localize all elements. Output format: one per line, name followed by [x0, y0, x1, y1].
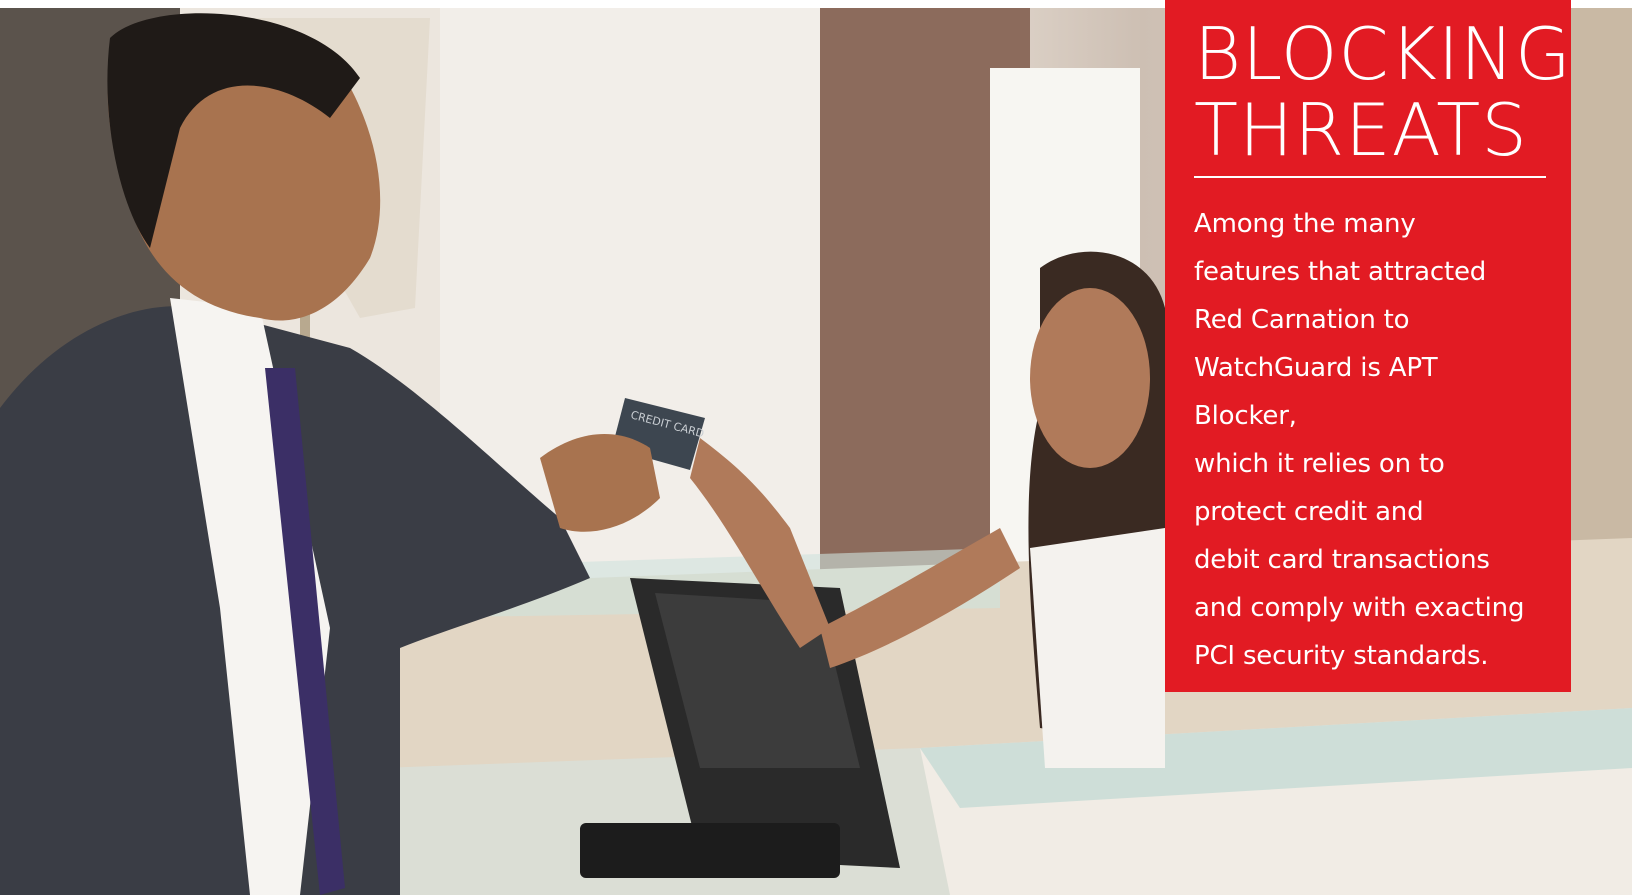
headline-line-2: THREATS	[1194, 88, 1528, 172]
receptionist-top	[1030, 528, 1165, 768]
callout-headline: BLOCKING THREATS	[1194, 0, 1572, 172]
receptionist-face	[1030, 288, 1150, 468]
headline-line-1: BLOCKING	[1194, 12, 1572, 96]
headline-divider	[1194, 176, 1546, 178]
callout-panel: BLOCKING THREATS Among the many features…	[1165, 0, 1571, 692]
tablet	[580, 823, 840, 878]
callout-body-text: Among the many features that attracted R…	[1194, 209, 1525, 671]
